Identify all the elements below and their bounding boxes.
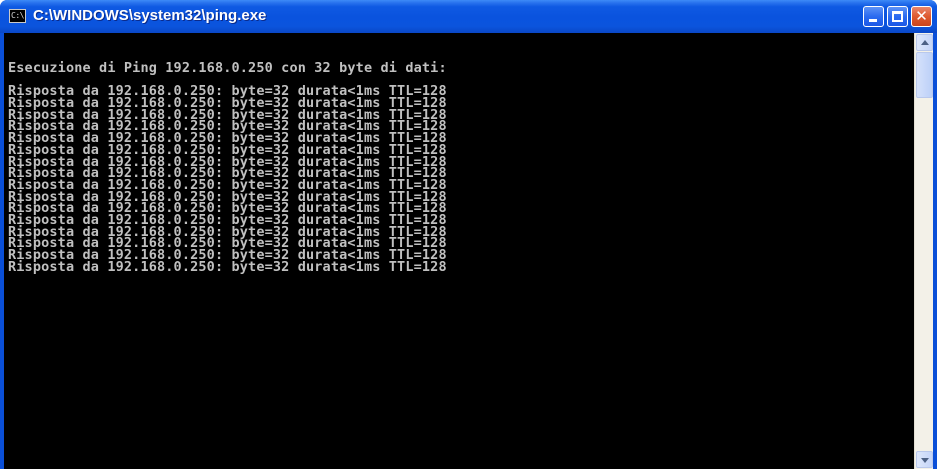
minimize-icon (869, 19, 877, 22)
close-button[interactable]: ✕ (911, 6, 932, 27)
window-title: C:\WINDOWS\system32\ping.exe (33, 7, 267, 24)
scroll-down-arrow-icon (921, 458, 929, 463)
minimize-button[interactable] (863, 6, 884, 27)
console-output-area[interactable]: Esecuzione di Ping 192.168.0.250 con 32 … (4, 33, 914, 469)
scroll-up-arrow-icon (921, 40, 929, 45)
console-header-line: Esecuzione di Ping 192.168.0.250 con 32 … (8, 60, 447, 76)
window-right-border (933, 33, 937, 469)
console-reply-line: Risposta da 192.168.0.250: byte=32 durat… (8, 258, 447, 275)
close-icon: ✕ (915, 7, 928, 25)
maximize-button[interactable] (887, 6, 908, 27)
vertical-scrollbar[interactable] (914, 33, 933, 469)
maximize-icon (892, 11, 903, 22)
scroll-up-button[interactable] (916, 34, 933, 51)
title-bar[interactable]: C:\ C:\WINDOWS\system32\ping.exe ✕ (0, 0, 937, 33)
command-prompt-icon[interactable]: C:\ (9, 9, 26, 23)
console-window: C:\ C:\WINDOWS\system32\ping.exe ✕ Esecu… (0, 0, 937, 469)
console-output-text: Esecuzione di Ping 192.168.0.250 con 32 … (8, 60, 447, 275)
scroll-down-button[interactable] (916, 451, 933, 468)
scrollbar-thumb[interactable] (916, 52, 933, 98)
